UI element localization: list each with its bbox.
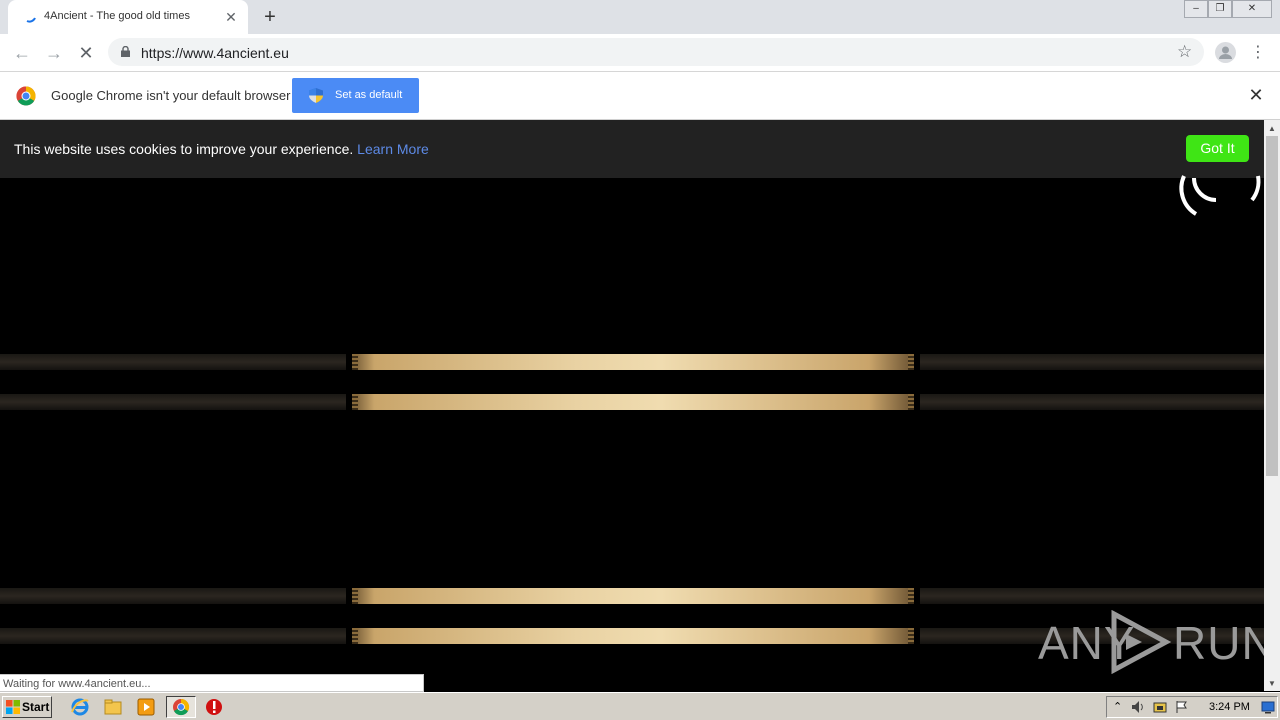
scroll-up-icon[interactable]: ▲ [1268,124,1276,133]
tab-4ancient[interactable]: 4Ancient - The good old times ✕ [8,0,248,34]
profile-avatar-icon[interactable] [1215,42,1236,63]
close-window-button[interactable]: ✕ [1232,0,1272,18]
action-center-flag-icon[interactable] [1175,700,1189,714]
restore-button[interactable]: ❐ [1208,0,1232,18]
back-icon[interactable]: ← [11,42,33,64]
browser-toolbar: ← → ✕ https://www.4ancient.eu ☆ ⋮ [0,34,1280,72]
scroll-down-icon[interactable]: ▼ [1268,679,1276,688]
forward-icon[interactable]: → [43,42,65,64]
system-tray: ⌃ 3:24 PM [1106,696,1278,718]
chrome-logo-icon [16,86,36,106]
show-hidden-icons-icon[interactable]: ⌃ [1113,700,1127,714]
decorative-band [0,588,1264,604]
cookie-text-container: This website uses cookies to improve you… [14,141,429,157]
stop-loading-icon[interactable]: ✕ [75,42,97,64]
network-icon[interactable] [1153,700,1167,714]
chrome-taskbar-icon [173,698,190,716]
cookie-message: This website uses cookies to improve you… [14,141,354,157]
infobar-close-icon[interactable]: ✕ [1248,86,1264,104]
bookmark-star-icon[interactable]: ☆ [1177,42,1192,62]
windows-taskbar: Start ⌃ 3:24 PM [0,692,1280,720]
loading-arcs-icon [1179,175,1261,216]
parchment-bar [352,588,914,604]
start-label: Start [22,700,50,714]
tab-close-icon[interactable]: ✕ [222,8,240,26]
url-text: https://www.4ancient.eu [141,45,289,61]
parchment-bar [352,394,914,410]
volume-icon[interactable] [1131,700,1145,714]
set-as-default-button[interactable]: Set as default [292,78,419,113]
tab-title: 4Ancient - The good old times [44,10,190,22]
new-tab-button[interactable]: + [259,6,281,28]
learn-more-link[interactable]: Learn More [357,141,429,157]
scrollbar-thumb[interactable] [1266,136,1278,476]
address-bar[interactable]: https://www.4ancient.eu ☆ [108,38,1204,66]
default-browser-infobar: Google Chrome isn't your default browser… [0,72,1280,120]
decorative-band [0,354,1264,370]
loading-spinner-icon [26,17,36,23]
windows-flag-icon [6,700,20,714]
play-triangle-icon [1111,610,1172,674]
internet-explorer-icon[interactable] [70,697,90,717]
minimize-button[interactable]: – [1184,0,1208,18]
status-bubble: Waiting for www.4ancient.eu... [0,674,424,692]
vertical-scrollbar[interactable]: ▲ ▼ [1264,120,1280,691]
decorative-band [0,394,1264,410]
stop-sign-icon[interactable] [204,697,224,717]
web-page-content: This website uses cookies to improve you… [0,120,1264,691]
cookie-banner: This website uses cookies to improve you… [0,120,1264,178]
set-as-default-label: Set as default [335,89,403,101]
uac-shield-icon [309,88,323,103]
taskbar-clock[interactable]: 3:24 PM [1209,701,1250,713]
infobar-message: Google Chrome isn't your default browser [51,88,291,103]
media-player-icon[interactable] [136,697,156,717]
parchment-bar [352,354,914,370]
person-icon [1219,46,1232,59]
watermark-right-text: RUN [1173,617,1264,669]
chrome-taskbar-button[interactable] [166,696,196,718]
parchment-bar [352,628,914,644]
lock-icon [121,46,130,57]
show-desktop-icon[interactable] [1261,700,1275,714]
file-explorer-icon[interactable] [103,697,123,717]
start-button[interactable]: Start [2,696,52,718]
tab-strip: 4Ancient - The good old times ✕ + – ❐ ✕ [0,0,1280,34]
chrome-menu-icon[interactable]: ⋮ [1250,42,1266,64]
